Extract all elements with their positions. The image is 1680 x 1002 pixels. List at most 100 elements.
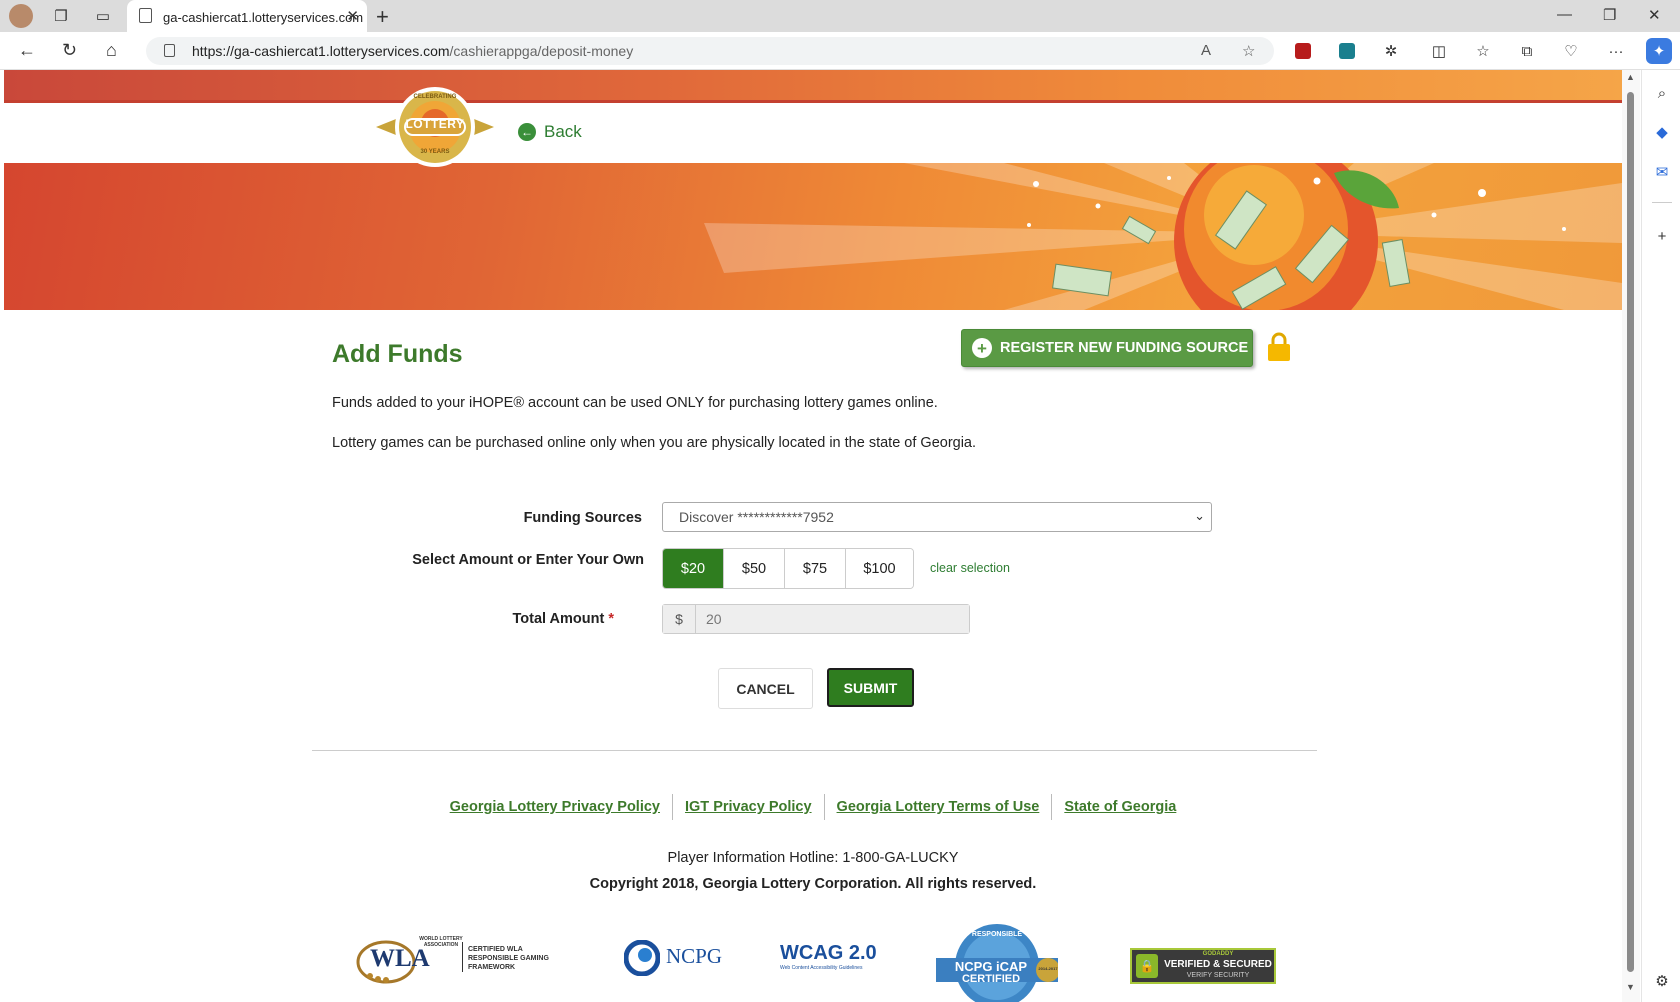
ncpg-icap-badge[interactable]: RESPONSIBLE NCPG iCAP CERTIFIED 2014-201…	[936, 918, 1058, 1002]
ncpg-badge[interactable]: NCPG	[624, 940, 742, 980]
page-title: Add Funds	[332, 340, 463, 368]
wcag-text: WCAG 2.0	[780, 942, 877, 964]
wla-cert-text: CERTIFIED WLA RESPONSIBLE GAMING FRAMEWO…	[468, 946, 549, 971]
active-tab[interactable]: ga-cashiercat1.lotteryservices.com ✕	[127, 0, 367, 32]
web-page: LOTTERY CELEBRATING 30 YEARS ← Back Add …	[4, 70, 1622, 1002]
profile-avatar[interactable]	[9, 4, 33, 28]
copyright: Copyright 2018, Georgia Lottery Corporat…	[589, 876, 1037, 892]
amount-100-button[interactable]: $100	[846, 549, 913, 588]
minimize-icon[interactable]: —	[1557, 6, 1572, 23]
add-sidebar-icon[interactable]: +	[1651, 225, 1673, 247]
extension-red-icon[interactable]	[1292, 40, 1314, 62]
extension-teal-icon[interactable]	[1336, 40, 1358, 62]
clear-selection-link[interactable]: clear selection	[930, 561, 1010, 575]
outlook-icon[interactable]: ✉	[1651, 161, 1673, 183]
register-funding-source-button[interactable]: + REGISTER NEW FUNDING SOURCE	[961, 329, 1253, 367]
page-scrollbar[interactable]: ▲ ▼	[1622, 70, 1640, 1002]
player-hotline: Player Information Hotline: 1-800-GA-LUC…	[667, 850, 959, 866]
back-label: Back	[544, 122, 582, 141]
home-icon[interactable]: ⌂	[106, 40, 117, 61]
read-aloud-icon[interactable]: A	[1201, 42, 1211, 59]
favorite-star-icon[interactable]: ☆	[1242, 42, 1255, 60]
settings-gear-icon[interactable]: ⚙	[1651, 970, 1673, 992]
funding-source-value: Discover ************7952	[679, 509, 834, 525]
total-amount-text: Total Amount	[512, 611, 605, 627]
restore-icon[interactable]: ❐	[1603, 6, 1616, 24]
footer-link-terms[interactable]: Georgia Lottery Terms of Use	[825, 794, 1053, 820]
chevron-down-icon: ⌄	[1194, 508, 1205, 523]
amount-50-button[interactable]: $50	[724, 549, 785, 588]
footer-link-ga-privacy[interactable]: Georgia Lottery Privacy Policy	[438, 794, 673, 820]
wla-badge[interactable]: WORLD LOTTERY ASSOCIATION WLA CERTIFIED …	[356, 936, 566, 986]
tab-actions-icon[interactable]: ▭	[93, 6, 113, 26]
page-icon	[139, 8, 152, 23]
footer-link-igt-privacy[interactable]: IGT Privacy Policy	[673, 794, 825, 820]
scroll-up-icon[interactable]: ▲	[1626, 72, 1635, 82]
scroll-down-icon[interactable]: ▼	[1626, 982, 1635, 992]
tab-title: ga-cashiercat1.lotteryservices.com	[163, 10, 364, 25]
refresh-icon[interactable]: ↻	[62, 40, 77, 61]
funding-sources-label: Funding Sources	[523, 510, 642, 526]
collections-icon[interactable]: ❐	[51, 6, 71, 26]
top-banner-strip	[4, 70, 1622, 103]
icap-years-text: 2014-2017	[1038, 966, 1058, 971]
padlock-icon	[1268, 332, 1290, 361]
url-field[interactable]: https://ga-cashiercat1.lotteryservices.c…	[146, 37, 1274, 65]
back-arrow-icon: ←	[518, 123, 536, 141]
copilot-icon[interactable]: ✦	[1646, 38, 1672, 64]
scrollbar-thumb[interactable]	[1627, 92, 1634, 972]
funding-source-select[interactable]: Discover ************7952 ⌄	[662, 502, 1212, 532]
godaddy-text: VERIFIED & SECURED	[1164, 959, 1272, 970]
wla-divider	[462, 942, 463, 972]
logo-text: LOTTERY	[405, 117, 465, 131]
godaddy-badge[interactable]: 🔒 GODADDY VERIFIED & SECURED VERIFY SECU…	[1130, 948, 1276, 984]
new-tab-icon[interactable]: +	[376, 4, 389, 30]
submit-button[interactable]: SUBMIT	[827, 668, 914, 707]
godaddy-sub-text: VERIFY SECURITY	[1186, 972, 1250, 979]
banner-art	[704, 163, 1622, 310]
url-path: /cashierappga/deposit-money	[449, 43, 634, 59]
intro-text-2: Lottery games can be purchased online on…	[332, 435, 977, 451]
icap-sub-text: CERTIFIED	[961, 973, 1021, 985]
logo-ring-top: CELEBRATING	[413, 94, 457, 100]
collections-toolbar-icon[interactable]: ⧉	[1516, 40, 1538, 62]
extensions-icon[interactable]: ✲	[1380, 40, 1402, 62]
footer-links: Georgia Lottery Privacy Policy IGT Priva…	[4, 794, 1622, 820]
close-window-icon[interactable]: ✕	[1648, 6, 1661, 24]
ncpg-swirl-icon	[624, 940, 660, 976]
browser-tab-bar: ❐ ▭ ga-cashiercat1.lotteryservices.com ✕…	[0, 0, 1680, 32]
browser-sidebar: ⌕ ◆ ✉ + ⚙	[1641, 70, 1680, 1002]
register-label: REGISTER NEW FUNDING SOURCE	[1000, 340, 1249, 356]
performance-icon[interactable]: ♡	[1560, 40, 1582, 62]
site-header	[4, 103, 1622, 163]
currency-addon: $	[663, 605, 696, 633]
total-amount-label: Total Amount *	[332, 611, 614, 627]
wcag-badge[interactable]: WCAG 2.0 Web Content Accessibility Guide…	[780, 942, 880, 982]
hero-banner	[4, 163, 1622, 310]
search-icon[interactable]: ⌕	[1651, 82, 1673, 104]
total-amount-value[interactable]: 20	[696, 605, 969, 633]
amount-20-button[interactable]: $20	[663, 549, 724, 588]
wcag-sub-text: Web Content Accessibility Guidelines	[780, 965, 863, 971]
certification-badges: WORLD LOTTERY ASSOCIATION WLA CERTIFIED …	[4, 918, 1622, 1002]
footer-link-state[interactable]: State of Georgia	[1052, 794, 1188, 820]
logo-ring-bottom: 30 YEARS	[420, 149, 450, 155]
split-screen-icon[interactable]: ◫	[1428, 40, 1450, 62]
favorites-icon[interactable]: ☆	[1472, 40, 1494, 62]
more-menu-icon[interactable]: ···	[1605, 40, 1627, 62]
back-link[interactable]: ← Back	[518, 122, 582, 142]
icap-text: NCPG iCAP	[954, 959, 1028, 974]
ncpg-text: NCPG	[666, 944, 723, 968]
close-tab-icon[interactable]: ✕	[346, 7, 359, 25]
copilot-sidebar-icon[interactable]: ◆	[1651, 121, 1673, 143]
cancel-button[interactable]: CANCEL	[718, 668, 813, 709]
icap-top-text: RESPONSIBLE	[971, 931, 1023, 938]
back-nav-icon[interactable]: ←	[18, 40, 36, 61]
sidebar-divider	[1652, 202, 1672, 203]
lottery-logo[interactable]: LOTTERY CELEBRATING 30 YEARS	[376, 87, 494, 167]
total-amount-field[interactable]: $ 20	[662, 604, 970, 634]
amount-label: Select Amount or Enter Your Own	[412, 552, 644, 568]
footer-divider	[312, 750, 1317, 751]
amount-75-button[interactable]: $75	[785, 549, 846, 588]
lock-icon	[164, 44, 175, 57]
